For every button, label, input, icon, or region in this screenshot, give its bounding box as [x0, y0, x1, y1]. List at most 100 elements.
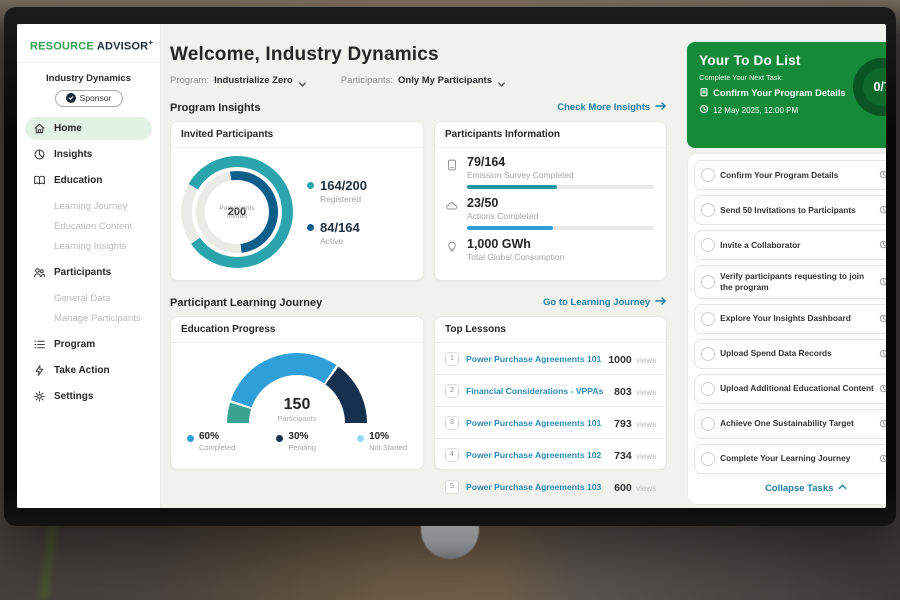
task-checkbox[interactable]: [701, 275, 715, 289]
task-checkbox[interactable]: [701, 347, 715, 361]
education-icon: [33, 174, 46, 187]
clock-icon: [699, 104, 709, 116]
registered-dot: [307, 182, 314, 189]
insights-cards-row: Invited Participants 200 Participants In…: [170, 121, 667, 281]
sponsor-badge-label: Sponsor: [80, 93, 112, 103]
learning-journey-title: Participant Learning Journey: [170, 297, 322, 309]
clock-icon: [879, 236, 886, 254]
gauge-center-value: 150: [227, 396, 367, 414]
participants-information-card: Participants Information 79/164 Emission…: [434, 121, 667, 281]
lesson-link[interactable]: Power Purchase Agreements 102: [466, 450, 607, 460]
task-item[interactable]: Send 50 Invitations to Participants: [694, 195, 886, 225]
stat-actions-completed: 23/50 Actions Completed: [435, 189, 666, 230]
donut-center-label: Participants Invited: [211, 205, 263, 222]
program-insights-header: Program Insights Check More Insights: [170, 101, 667, 114]
sidebar: RESOURCE ADVISOR+ Industry Dynamics Spon…: [17, 24, 161, 508]
task-item[interactable]: Verify participants requesting to join t…: [694, 265, 886, 299]
task-checkbox[interactable]: [701, 312, 715, 326]
sidebar-item-settings[interactable]: Settings: [25, 385, 152, 408]
program-select-label: Program:: [170, 75, 209, 86]
todo-next-task: Confirm Your Program Details: [699, 87, 853, 99]
emission-progress-bar: [467, 185, 654, 189]
task-item[interactable]: Upload Additional Educational Content: [694, 374, 886, 404]
lesson-rank: 4: [445, 448, 459, 462]
sidebar-item-general-data[interactable]: General Data: [54, 293, 152, 304]
org-name: Industry Dynamics: [17, 73, 160, 84]
go-to-learning-journey-link[interactable]: Go to Learning Journey: [543, 296, 667, 309]
sidebar-item-program[interactable]: Program: [25, 333, 152, 356]
sidebar-item-home[interactable]: Home: [25, 117, 152, 140]
sidebar-item-education[interactable]: Education: [25, 169, 152, 192]
clock-icon: [879, 166, 886, 184]
program-select-value: Industrialize Zero: [214, 75, 293, 86]
lesson-link[interactable]: Power Purchase Agreements 103: [466, 482, 607, 492]
gauge-center-label: Participants: [227, 414, 367, 423]
main-content: Welcome, Industry Dynamics Program: Indu…: [161, 24, 677, 508]
todo-progress-count: 0/7: [863, 68, 886, 106]
clock-icon: [879, 201, 886, 219]
check-more-insights-link[interactable]: Check More Insights: [557, 101, 667, 114]
lesson-rank: 2: [445, 384, 459, 398]
survey-icon: [445, 158, 459, 172]
task-item[interactable]: Explore Your Insights Dashboard: [694, 304, 886, 334]
program-insights-title: Program Insights: [170, 102, 260, 114]
task-item[interactable]: Complete Your Learning Journey: [694, 444, 886, 474]
sidebar-item-participants[interactable]: Participants: [25, 261, 152, 284]
sidebar-item-insights[interactable]: Insights: [25, 143, 152, 166]
sidebar-item-education-content[interactable]: Education Content: [54, 221, 152, 232]
completed-dot: [187, 435, 194, 442]
lesson-link[interactable]: Power Purchase Agreements 101: [466, 354, 601, 364]
task-checkbox[interactable]: [701, 238, 715, 252]
home-icon: [33, 122, 46, 135]
participants-icon: [33, 266, 46, 279]
task-item[interactable]: Confirm Your Program Details: [694, 160, 886, 190]
task-checkbox[interactable]: [701, 417, 715, 431]
actions-progress-bar: [467, 226, 654, 230]
participants-select-value: Only My Participants: [398, 75, 492, 86]
donut-legend: 164/200 Registered 84/164 Active: [307, 178, 367, 246]
todo-title: Your To Do List: [699, 53, 853, 68]
legend-active: 84/164 Active: [307, 220, 367, 246]
arrow-right-icon: [655, 296, 667, 309]
education-progress-title: Education Progress: [171, 317, 423, 343]
chevron-up-icon: [838, 483, 847, 494]
clock-icon: [879, 345, 886, 363]
task-item[interactable]: Achieve One Sustainability Target: [694, 409, 886, 439]
task-checkbox[interactable]: [701, 452, 715, 466]
lesson-link[interactable]: Financial Considerations - VPPAs: [466, 386, 607, 396]
clock-icon: [879, 450, 886, 468]
clock-icon: [879, 380, 886, 398]
sponsor-icon: [66, 93, 76, 103]
lesson-rank: 1: [445, 352, 459, 366]
participants-select-label: Participants:: [341, 75, 393, 86]
lesson-link[interactable]: Power Purchase Agreements 101: [466, 418, 607, 428]
education-progress-card: Education Progress 150 Participants 60% …: [170, 316, 424, 470]
task-item[interactable]: Upload Spend Data Records: [694, 339, 886, 369]
arrow-right-icon: [655, 101, 667, 114]
sidebar-item-learning-journey[interactable]: Learning Journey: [54, 201, 152, 212]
program-select[interactable]: Program: Industrialize Zero: [170, 75, 307, 86]
legend-completed: 60% Completed: [187, 431, 235, 452]
legend-pending: 30% Pending: [276, 431, 316, 452]
sidebar-item-manage-participants[interactable]: Manage Participants: [54, 313, 152, 324]
education-progress-gauge: 150 Participants: [227, 353, 367, 423]
app-logo: RESOURCE ADVISOR+: [17, 36, 160, 63]
logo-secondary: ADVISOR: [97, 41, 149, 53]
invited-participants-title: Invited Participants: [171, 122, 423, 148]
monitor-bezel: RESOURCE ADVISOR+ Industry Dynamics Spon…: [4, 7, 896, 526]
task-checkbox[interactable]: [701, 382, 715, 396]
sidebar-item-learning-insights[interactable]: Learning Insights: [54, 241, 152, 252]
todo-due-date: 12 May 2025, 12:00 PM: [699, 104, 853, 116]
task-checkbox[interactable]: [701, 168, 715, 182]
program-list-icon: [33, 338, 46, 351]
lesson-rank: 3: [445, 416, 459, 430]
monitor-stand: [421, 525, 479, 559]
task-checkbox[interactable]: [701, 203, 715, 217]
clipboard-icon: [699, 87, 709, 99]
gear-icon: [33, 390, 46, 403]
task-item[interactable]: Invite a Collaborator: [694, 230, 886, 260]
collapse-tasks-link[interactable]: Collapse Tasks: [694, 479, 886, 500]
participants-select[interactable]: Participants: Only My Participants: [341, 75, 506, 86]
clock-icon: [879, 415, 886, 433]
sidebar-item-take-action[interactable]: Take Action: [25, 359, 152, 382]
